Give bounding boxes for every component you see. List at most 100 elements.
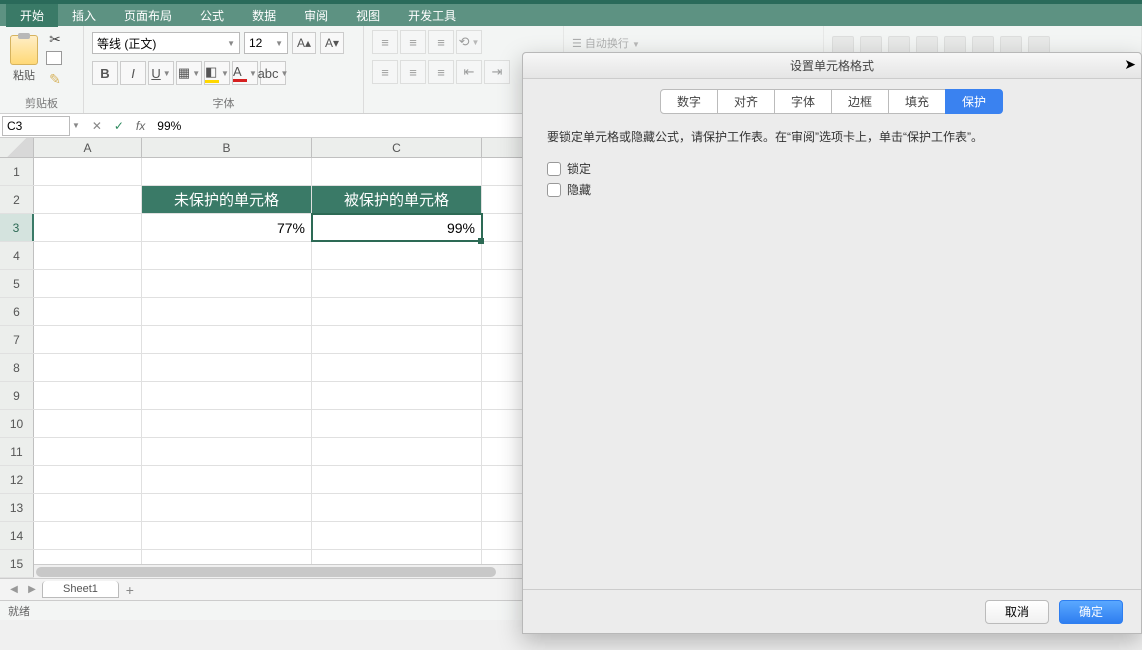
cell-a6[interactable] bbox=[34, 298, 142, 325]
menu-tab-view[interactable]: 视图 bbox=[342, 4, 394, 27]
cell-c2[interactable]: 被保护的单元格 bbox=[312, 186, 482, 213]
cell-a9[interactable] bbox=[34, 382, 142, 409]
formula-enter-button[interactable]: ✓ bbox=[108, 116, 130, 136]
copy-button[interactable] bbox=[44, 50, 66, 68]
cell-b12[interactable] bbox=[142, 466, 312, 493]
name-box[interactable]: C3 bbox=[2, 116, 70, 136]
row-header-13[interactable]: 13 bbox=[0, 494, 34, 521]
cell-c1[interactable] bbox=[312, 158, 482, 185]
paste-button[interactable]: 粘贴 bbox=[8, 33, 40, 85]
cell-c9[interactable] bbox=[312, 382, 482, 409]
menu-tab-developer[interactable]: 开发工具 bbox=[394, 4, 470, 27]
cell-a11[interactable] bbox=[34, 438, 142, 465]
align-right-button[interactable]: ≡ bbox=[428, 60, 454, 84]
dialog-tab-alignment[interactable]: 对齐 bbox=[717, 89, 775, 114]
dialog-tab-protection[interactable]: 保护 bbox=[945, 89, 1003, 114]
cell-a7[interactable] bbox=[34, 326, 142, 353]
cell-c10[interactable] bbox=[312, 410, 482, 437]
row-header-11[interactable]: 11 bbox=[0, 438, 34, 465]
cell-b10[interactable] bbox=[142, 410, 312, 437]
cell-a1[interactable] bbox=[34, 158, 142, 185]
wrap-text-button[interactable]: ☰ 自动换行 ▼ bbox=[572, 35, 640, 51]
cell-b1[interactable] bbox=[142, 158, 312, 185]
menu-tab-review[interactable]: 审阅 bbox=[290, 4, 342, 27]
align-bottom-button[interactable]: ≡ bbox=[428, 30, 454, 54]
fx-label[interactable]: fx bbox=[136, 119, 145, 133]
cell-b4[interactable] bbox=[142, 242, 312, 269]
row-header-3[interactable]: 3 bbox=[0, 214, 34, 241]
menu-tab-layout[interactable]: 页面布局 bbox=[110, 4, 186, 27]
cell-b13[interactable] bbox=[142, 494, 312, 521]
cell-c13[interactable] bbox=[312, 494, 482, 521]
orientation-button[interactable]: ⟲▼ bbox=[456, 30, 482, 54]
cell-a14[interactable] bbox=[34, 522, 142, 549]
dialog-tab-border[interactable]: 边框 bbox=[831, 89, 889, 114]
menu-tab-data[interactable]: 数据 bbox=[238, 4, 290, 27]
align-left-button[interactable]: ≡ bbox=[372, 60, 398, 84]
cell-a12[interactable] bbox=[34, 466, 142, 493]
sheet-tab-sheet1[interactable]: Sheet1 bbox=[42, 581, 119, 598]
cut-button[interactable]: ✂ bbox=[44, 30, 66, 48]
cell-c8[interactable] bbox=[312, 354, 482, 381]
format-painter-button[interactable]: ✎ bbox=[44, 70, 66, 88]
phonetic-button[interactable]: abc▼ bbox=[260, 61, 286, 85]
cell-b11[interactable] bbox=[142, 438, 312, 465]
increase-indent-button[interactable]: ⇥ bbox=[484, 60, 510, 84]
cell-c3[interactable]: 99% bbox=[312, 214, 482, 241]
cell-b3[interactable]: 77% bbox=[142, 214, 312, 241]
cell-b8[interactable] bbox=[142, 354, 312, 381]
cell-a2[interactable] bbox=[34, 186, 142, 213]
cell-b6[interactable] bbox=[142, 298, 312, 325]
menu-tab-formulas[interactable]: 公式 bbox=[186, 4, 238, 27]
dialog-tab-fill[interactable]: 填充 bbox=[888, 89, 946, 114]
sheet-nav-prev[interactable]: ◀ bbox=[6, 582, 22, 598]
row-header-6[interactable]: 6 bbox=[0, 298, 34, 325]
dialog-tab-number[interactable]: 数字 bbox=[660, 89, 718, 114]
row-header-9[interactable]: 9 bbox=[0, 382, 34, 409]
column-header-a[interactable]: A bbox=[34, 138, 142, 157]
bold-button[interactable]: B bbox=[92, 61, 118, 85]
lock-checkbox[interactable] bbox=[547, 162, 561, 176]
row-header-8[interactable]: 8 bbox=[0, 354, 34, 381]
cell-c6[interactable] bbox=[312, 298, 482, 325]
add-sheet-button[interactable]: + bbox=[121, 581, 139, 599]
row-header-2[interactable]: 2 bbox=[0, 186, 34, 213]
row-header-5[interactable]: 5 bbox=[0, 270, 34, 297]
cell-c4[interactable] bbox=[312, 242, 482, 269]
cell-c12[interactable] bbox=[312, 466, 482, 493]
column-header-c[interactable]: C bbox=[312, 138, 482, 157]
font-size-select[interactable]: 12 ▼ bbox=[244, 32, 288, 54]
ok-button[interactable]: 确定 bbox=[1059, 600, 1123, 624]
row-header-7[interactable]: 7 bbox=[0, 326, 34, 353]
cell-a13[interactable] bbox=[34, 494, 142, 521]
dialog-tab-font[interactable]: 字体 bbox=[774, 89, 832, 114]
align-top-button[interactable]: ≡ bbox=[372, 30, 398, 54]
cell-a4[interactable] bbox=[34, 242, 142, 269]
cell-a8[interactable] bbox=[34, 354, 142, 381]
border-button[interactable]: ▦▼ bbox=[176, 61, 202, 85]
cell-b14[interactable] bbox=[142, 522, 312, 549]
row-header-12[interactable]: 12 bbox=[0, 466, 34, 493]
fill-color-button[interactable]: ◧▼ bbox=[204, 61, 230, 85]
cell-c11[interactable] bbox=[312, 438, 482, 465]
align-center-button[interactable]: ≡ bbox=[400, 60, 426, 84]
cell-c5[interactable] bbox=[312, 270, 482, 297]
cell-b9[interactable] bbox=[142, 382, 312, 409]
row-header-10[interactable]: 10 bbox=[0, 410, 34, 437]
name-box-dropdown[interactable]: ▼ bbox=[72, 121, 80, 130]
sheet-nav-next[interactable]: ▶ bbox=[24, 582, 40, 598]
font-family-select[interactable]: 等线 (正文) ▼ bbox=[92, 32, 240, 54]
cancel-button[interactable]: 取消 bbox=[985, 600, 1049, 624]
align-middle-button[interactable]: ≡ bbox=[400, 30, 426, 54]
column-header-b[interactable]: B bbox=[142, 138, 312, 157]
cell-a10[interactable] bbox=[34, 410, 142, 437]
cell-a5[interactable] bbox=[34, 270, 142, 297]
menu-tab-home[interactable]: 开始 bbox=[6, 4, 58, 27]
cell-b5[interactable] bbox=[142, 270, 312, 297]
row-header-15[interactable]: 15 bbox=[0, 550, 34, 577]
increase-font-button[interactable]: A▴ bbox=[292, 32, 316, 54]
decrease-font-button[interactable]: A▾ bbox=[320, 32, 344, 54]
menu-tab-insert[interactable]: 插入 bbox=[58, 4, 110, 27]
cell-b2[interactable]: 未保护的单元格 bbox=[142, 186, 312, 213]
decrease-indent-button[interactable]: ⇤ bbox=[456, 60, 482, 84]
